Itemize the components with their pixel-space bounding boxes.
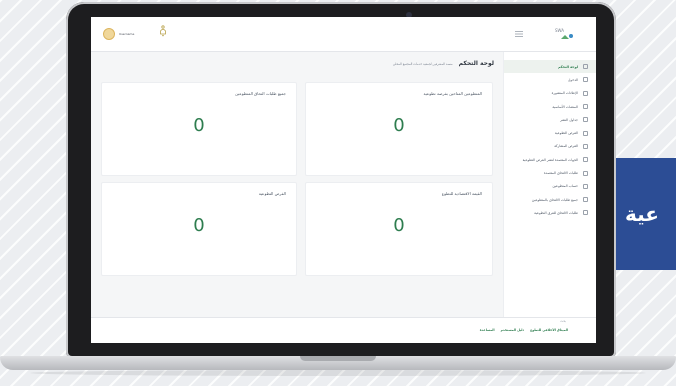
sidebar-item-6[interactable]: الفرص المشاركة — [504, 140, 596, 153]
dashboard-icon — [583, 64, 588, 70]
check-icon — [583, 170, 588, 176]
sidebar-item-8[interactable]: طلبات الالتحاق المعتمدة — [504, 166, 596, 179]
stat-value: 0 — [193, 215, 205, 236]
sidebar-item-label: جميع طلبات الالتحاق بالمتطوعين — [531, 197, 578, 202]
stat-card-available-volunteers[interactable]: المتطوعين المتاحين بفرصة تطوعية 0 — [305, 82, 493, 176]
sidebar-item-label: المنصات الأساسية — [552, 104, 578, 109]
page-subtitle: منصة المشرفين لجمعية خدمات المجتمع المحل… — [392, 62, 453, 66]
stat-value: 0 — [393, 215, 405, 236]
side-banner: عية — [615, 158, 676, 270]
app-screen: Username SWA لوحة التحكم الدخول الإعلانا… — [91, 17, 596, 343]
top-bar: Username SWA — [91, 17, 596, 52]
sidebar-item-1[interactable]: الدخول — [504, 73, 596, 86]
stat-card-economic-value[interactable]: القيمة الاقتصادية للتطوع 0 — [305, 182, 493, 276]
laptop-notch — [300, 356, 376, 361]
sidebar-item-label: حساب المتطوعين — [552, 184, 578, 189]
sidebar-item-label: الفرص التطوعية — [554, 131, 578, 136]
building-icon — [583, 157, 588, 163]
page-title: لوحة التحكم — [458, 60, 494, 67]
heart-icon — [583, 130, 588, 136]
user-menu[interactable]: Username — [103, 28, 134, 40]
stat-title: القيمة الاقتصادية للتطوع — [441, 191, 482, 196]
footer-search[interactable]: بحث — [560, 319, 566, 323]
footer-link-guide[interactable]: دليل المستخدم — [501, 328, 525, 332]
stat-title: جميع طلبات التحاق المتطوعين — [235, 91, 286, 96]
sidebar-item-label: جداول النشر — [560, 117, 578, 122]
sidebar-item-7[interactable]: الجهات المعتمدة لنشر الفرص التطوعية — [504, 153, 596, 166]
sidebar-item-label: لوحة التحكم — [558, 64, 578, 69]
team-icon — [583, 210, 588, 216]
sidebar-item-3[interactable]: المنصات الأساسية — [504, 100, 596, 113]
bell-icon[interactable] — [159, 25, 167, 37]
sidebar-item-10[interactable]: جميع طلبات الالتحاق بالمتطوعين — [504, 193, 596, 206]
login-icon — [583, 77, 588, 83]
stat-card-all-requests[interactable]: جميع طلبات التحاق المتطوعين 0 — [101, 82, 297, 176]
table-icon — [583, 117, 588, 123]
logo: SWA — [555, 28, 573, 39]
sidebar-item-5[interactable]: الفرص التطوعية — [504, 126, 596, 139]
footer-links: الميثاق الأخلاقي للتطوع دليل المستخدم ال… — [480, 328, 568, 332]
megaphone-icon — [583, 90, 588, 96]
list-icon — [583, 197, 588, 203]
users-icon — [583, 143, 588, 149]
sidebar-item-label: طلبات الالتحاق المعتمدة — [543, 171, 578, 176]
logo-text: SWA — [555, 28, 564, 33]
footer-link-help[interactable]: المساعدة — [480, 328, 495, 332]
laptop-shadow — [30, 370, 646, 376]
user-icon — [583, 183, 588, 189]
stat-title: الفرص التطوعية — [258, 191, 286, 196]
sidebar-list: لوحة التحكم الدخول الإعلانات المنشورة ال… — [504, 52, 596, 220]
menu-icon[interactable] — [515, 31, 523, 37]
sidebar-item-label: الدخول — [567, 77, 578, 82]
sidebar: لوحة التحكم الدخول الإعلانات المنشورة ال… — [503, 52, 596, 317]
sidebar-item-2[interactable]: الإعلانات المنشورة — [504, 87, 596, 100]
main-content: لوحة التحكم منصة المشرفين لجمعية خدمات ا… — [91, 52, 504, 317]
stat-value: 0 — [193, 115, 205, 136]
sidebar-item-dashboard[interactable]: لوحة التحكم — [504, 60, 596, 74]
stat-title: المتطوعين المتاحين بفرصة تطوعية — [423, 91, 482, 96]
user-name: Username — [119, 32, 135, 36]
side-banner-text: عية — [625, 202, 659, 226]
sidebar-item-4[interactable]: جداول النشر — [504, 113, 596, 126]
avatar — [103, 28, 115, 40]
footer-link-ethics[interactable]: الميثاق الأخلاقي للتطوع — [530, 328, 568, 332]
sidebar-item-9[interactable]: حساب المتطوعين — [504, 180, 596, 193]
sidebar-item-label: الإعلانات المنشورة — [551, 91, 578, 96]
stat-value: 0 — [393, 115, 405, 136]
footer: بحث الميثاق الأخلاقي للتطوع دليل المستخد… — [91, 317, 596, 343]
sidebar-item-label: الفرص المشاركة — [554, 144, 578, 149]
sidebar-item-label: طلبات الالتحاق للفرق التطوعية — [534, 210, 578, 215]
grid-icon — [583, 104, 588, 110]
sidebar-item-11[interactable]: طلبات الالتحاق للفرق التطوعية — [504, 206, 596, 219]
page-header: لوحة التحكم منصة المشرفين لجمعية خدمات ا… — [393, 60, 494, 67]
stat-card-opportunities[interactable]: الفرص التطوعية 0 — [101, 182, 297, 276]
sidebar-item-label: الجهات المعتمدة لنشر الفرص التطوعية — [522, 157, 578, 162]
